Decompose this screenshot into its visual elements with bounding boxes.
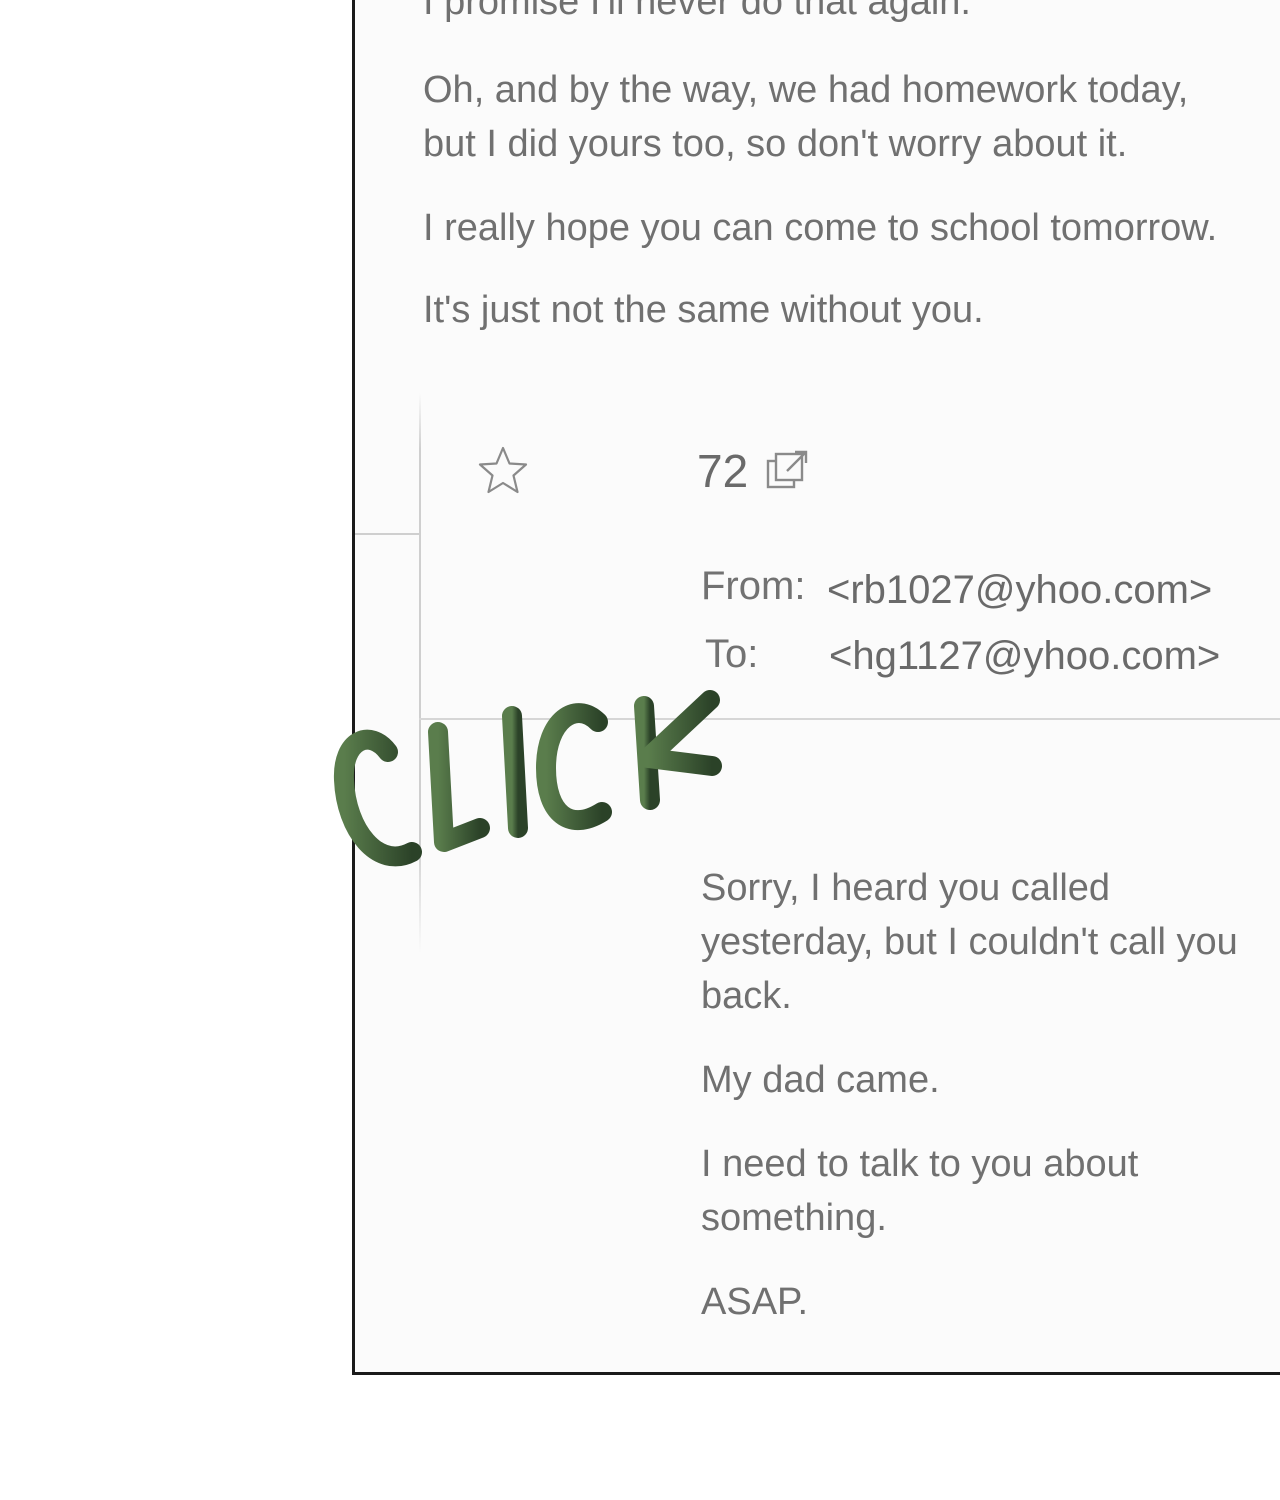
star-outline-icon[interactable] [477,445,529,495]
reply-paragraph: Sorry, I heard you called yesterday, but… [701,867,1238,1017]
reply-paragraph: ASAP. [701,1281,809,1323]
message-count: 72 [697,445,749,497]
email-body-paragraph: Oh, and by the way, we had homework toda… [423,69,1189,165]
divider [355,533,421,535]
click-sound-effect [333,690,722,867]
to-address[interactable]: <hg1127@yhoo.com> [829,631,1220,681]
reply-paragraph: My dad came. [701,1059,940,1101]
email-body-paragraph: It's just not the same without you. [423,289,984,331]
from-label: From: [701,564,806,608]
email-body-paragraph: I really hope you can come to school tom… [423,207,1218,249]
from-address[interactable]: <rb1027@yhoo.com> [827,565,1212,615]
external-link-icon[interactable] [765,449,811,491]
reply-paragraph: I need to talk to you about something. [701,1143,1139,1239]
to-label: To: [705,632,759,676]
email-body-cut-line: I promise I'll never do that again. [423,0,971,23]
